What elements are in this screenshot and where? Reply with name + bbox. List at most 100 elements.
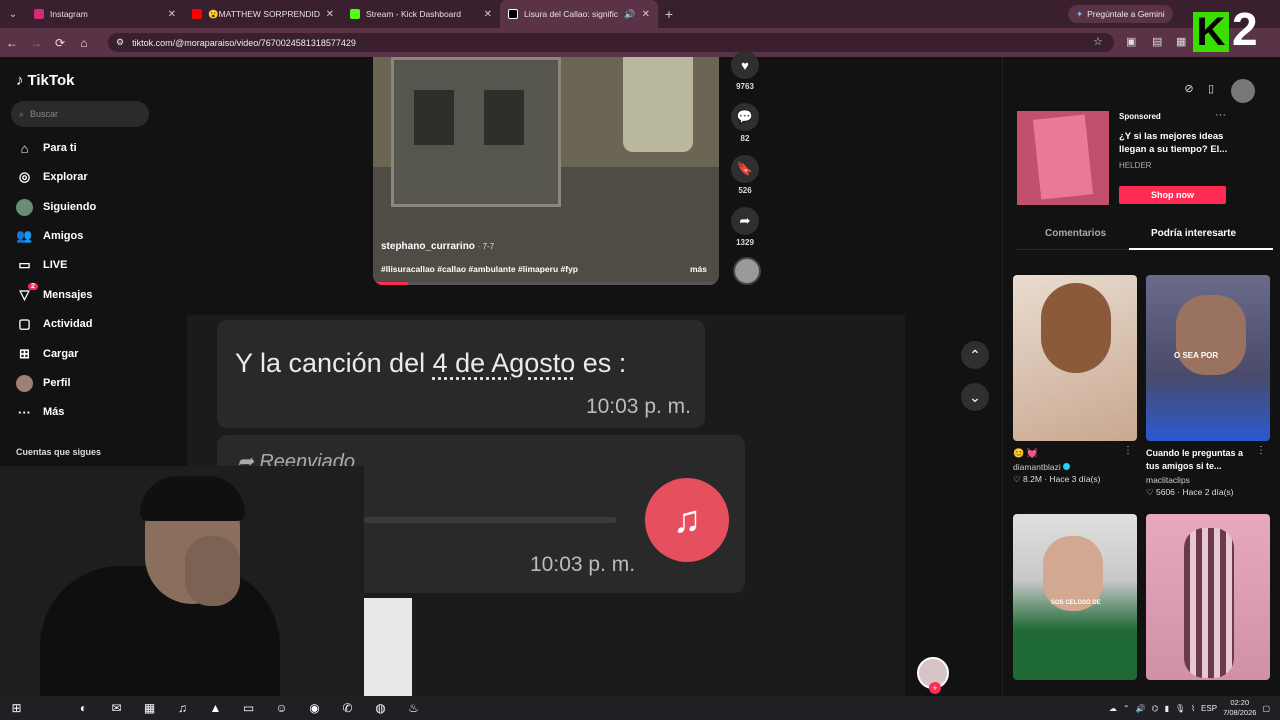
clock[interactable]: 02:20 7/08/2026 — [1223, 698, 1256, 718]
bookmark-star-icon[interactable]: ☆ — [1093, 35, 1103, 48]
card-username[interactable]: diamantblazi — [1013, 462, 1137, 472]
tab-podria-interesarte[interactable]: Podría interesarte — [1151, 228, 1236, 239]
steam-icon[interactable]: ♨ — [397, 696, 430, 720]
card-more-icon[interactable]: ⋮ — [1256, 445, 1266, 456]
recommended-video-card[interactable]: 😊 💓 ⋮ diamantblazi ♡ 8.2M · Hace 3 día(s… — [1013, 275, 1137, 485]
brave-icon[interactable]: ▲ — [199, 696, 232, 720]
video-progress-bar[interactable] — [373, 282, 719, 285]
notification-icon[interactable]: ▢ — [1262, 704, 1270, 713]
obs-icon[interactable]: ◍ — [364, 696, 397, 720]
card-username[interactable]: maclitaclips — [1146, 475, 1270, 485]
sidebar-item-explorar[interactable]: ◎ Explorar — [0, 165, 165, 189]
video-author[interactable]: stephano_currarino · 7-7 — [381, 241, 494, 252]
extension-icon[interactable]: ▣ — [1126, 35, 1136, 48]
sidebar-item-amigos[interactable]: 👥 Amigos — [0, 224, 165, 248]
bookmark-action[interactable]: 🔖 526 — [725, 155, 765, 195]
gemini-button[interactable]: ✦ Pregúntale a Gemini — [1068, 5, 1173, 23]
heart-icon[interactable]: ♥ — [731, 51, 759, 79]
video-thumbnail[interactable] — [1013, 275, 1137, 441]
previous-video-chevron-up-icon[interactable]: ⌃ — [961, 341, 989, 369]
ad-more-options-icon[interactable]: ··· — [1215, 109, 1226, 121]
compass-icon: ◎ — [18, 169, 31, 184]
home-icon[interactable]: ⌂ — [72, 36, 96, 50]
comment-action[interactable]: 💬 82 — [725, 103, 765, 143]
tiktok-logo[interactable]: ♪ TikTok — [16, 72, 74, 89]
tab-search-chevron-icon[interactable]: ⌄ — [0, 0, 26, 28]
sidebar-item-siguiendo[interactable]: Siguiendo — [0, 195, 165, 219]
sidebar-item-mensajes[interactable]: ▽ 2 Mensajes — [0, 283, 165, 307]
video-thumbnail[interactable]: SOS CELOSO DE — [1013, 514, 1137, 680]
recommended-video-card[interactable]: SOS CELOSO DE — [1013, 514, 1137, 680]
next-video-chevron-down-icon[interactable]: ⌄ — [961, 383, 989, 411]
search-input[interactable]: ⌕ Buscar — [11, 101, 149, 127]
bookmark-icon[interactable]: 🔖 — [731, 155, 759, 183]
sidebar-item-perfil[interactable]: Perfil — [0, 371, 165, 395]
site-info-icon[interactable]: ⚙ — [116, 37, 124, 48]
follow-plus-icon[interactable]: + — [929, 682, 941, 694]
speaker-icon[interactable]: 🔊 — [624, 9, 635, 20]
ad-book-image — [1032, 114, 1094, 200]
sidebar-item-label: LIVE — [43, 259, 68, 271]
recommended-video-card[interactable]: O SEA POR Cuando le preguntas a tus amig… — [1146, 275, 1270, 498]
volume-icon[interactable]: 🔊 — [1136, 704, 1146, 713]
video-player-previous[interactable]: stephano_currarino · 7-7 #llisuracallao … — [373, 57, 719, 285]
sidebar-item-cargar[interactable]: ⊞ Cargar — [0, 342, 165, 366]
tab-comentarios[interactable]: Comentarios — [1045, 228, 1106, 239]
language-indicator[interactable]: ESP — [1201, 704, 1217, 713]
ad-image[interactable] — [1017, 111, 1109, 205]
recommended-video-card[interactable] — [1146, 514, 1270, 680]
mic-icon[interactable]: 🎙 — [1175, 704, 1185, 713]
edge-icon[interactable]: ◐ — [67, 696, 100, 720]
tray-chevron-up-icon[interactable]: ⌃ — [1123, 704, 1130, 713]
chrome-icon[interactable]: ◉ — [298, 696, 331, 720]
store-icon[interactable]: ▦ — [133, 696, 166, 720]
close-tab-icon[interactable]: ✕ — [168, 9, 176, 20]
user-avatar[interactable] — [1231, 79, 1255, 103]
browser-tab-youtube[interactable]: 😮MATTHEW SORPRENDIDO 😮 ✕ — [184, 0, 342, 28]
audio-progress-bar — [362, 517, 617, 523]
creator-avatar[interactable]: + — [917, 657, 949, 694]
comment-icon[interactable]: 💬 — [731, 103, 759, 131]
instagram-favicon-icon — [34, 9, 44, 19]
sidebar-item-actividad[interactable]: ▢ Actividad — [0, 312, 165, 336]
close-tab-icon[interactable]: ✕ — [326, 9, 334, 20]
device-icon[interactable]: ▯ — [1201, 79, 1221, 99]
shop-now-button[interactable]: Shop now — [1119, 186, 1226, 204]
reload-icon[interactable]: ⟳ — [48, 36, 72, 50]
video-thumbnail[interactable] — [1146, 514, 1270, 680]
share-action[interactable]: ➦ 1329 — [725, 207, 765, 247]
card-more-icon[interactable]: ⋮ — [1123, 445, 1133, 456]
close-tab-icon[interactable]: ✕ — [484, 9, 492, 20]
more-link[interactable]: más — [690, 264, 707, 274]
network-icon[interactable]: ⌬ — [1152, 704, 1159, 713]
file-explorer-icon[interactable]: ▭ — [232, 696, 265, 720]
video-thumbnail[interactable]: O SEA POR — [1146, 275, 1270, 441]
whatsapp-icon[interactable]: ✆ — [331, 696, 364, 720]
discord-icon[interactable]: ☺ — [265, 696, 298, 720]
music-app-icon[interactable]: ♫ — [166, 696, 199, 720]
sidebar-item-para-ti[interactable]: ⌂ Para ti — [0, 136, 165, 160]
upload-icon[interactable]: ⊘ — [1179, 79, 1199, 99]
share-icon[interactable]: ➦ — [731, 207, 759, 235]
battery-icon[interactable]: ▮ — [1165, 704, 1169, 713]
extensions-puzzle-icon[interactable]: ▦ — [1176, 35, 1186, 48]
windows-start-icon[interactable]: ⊞ — [0, 696, 33, 720]
close-tab-icon[interactable]: ✕ — [642, 9, 650, 20]
outlook-icon[interactable]: ✉ — [100, 696, 133, 720]
sound-avatar[interactable] — [733, 257, 761, 285]
browser-tab-tiktok-active[interactable]: Lisura del Callao: significado 🔊 ✕ — [500, 0, 658, 28]
weather-icon[interactable]: ☁ — [1109, 704, 1117, 713]
sidebar-item-live[interactable]: ▭ LIVE — [0, 253, 165, 277]
address-bar[interactable]: ⚙ tiktok.com/@moraparaiso/video/76700245… — [108, 33, 1114, 52]
new-tab-button[interactable]: + — [658, 6, 680, 22]
wifi-icon[interactable]: ⌇ — [1191, 704, 1195, 713]
browser-tab-instagram[interactable]: Instagram ✕ — [26, 0, 184, 28]
browser-tab-kick[interactable]: Stream - Kick Dashboard ✕ — [342, 0, 500, 28]
sidebar-item-mas[interactable]: ··· Más — [0, 400, 165, 424]
back-arrow-icon[interactable]: ← — [0, 36, 24, 50]
extension-icon[interactable]: ▤ — [1152, 35, 1162, 48]
forward-arrow-icon[interactable]: → — [24, 36, 48, 50]
like-action[interactable]: ♥ 9763 — [725, 51, 765, 91]
ad-title[interactable]: ¿Y si las mejores ideas llegan a su tiem… — [1119, 130, 1237, 156]
video-hashtags[interactable]: #llisuracallao #callao #ambulante #limap… — [381, 264, 578, 274]
